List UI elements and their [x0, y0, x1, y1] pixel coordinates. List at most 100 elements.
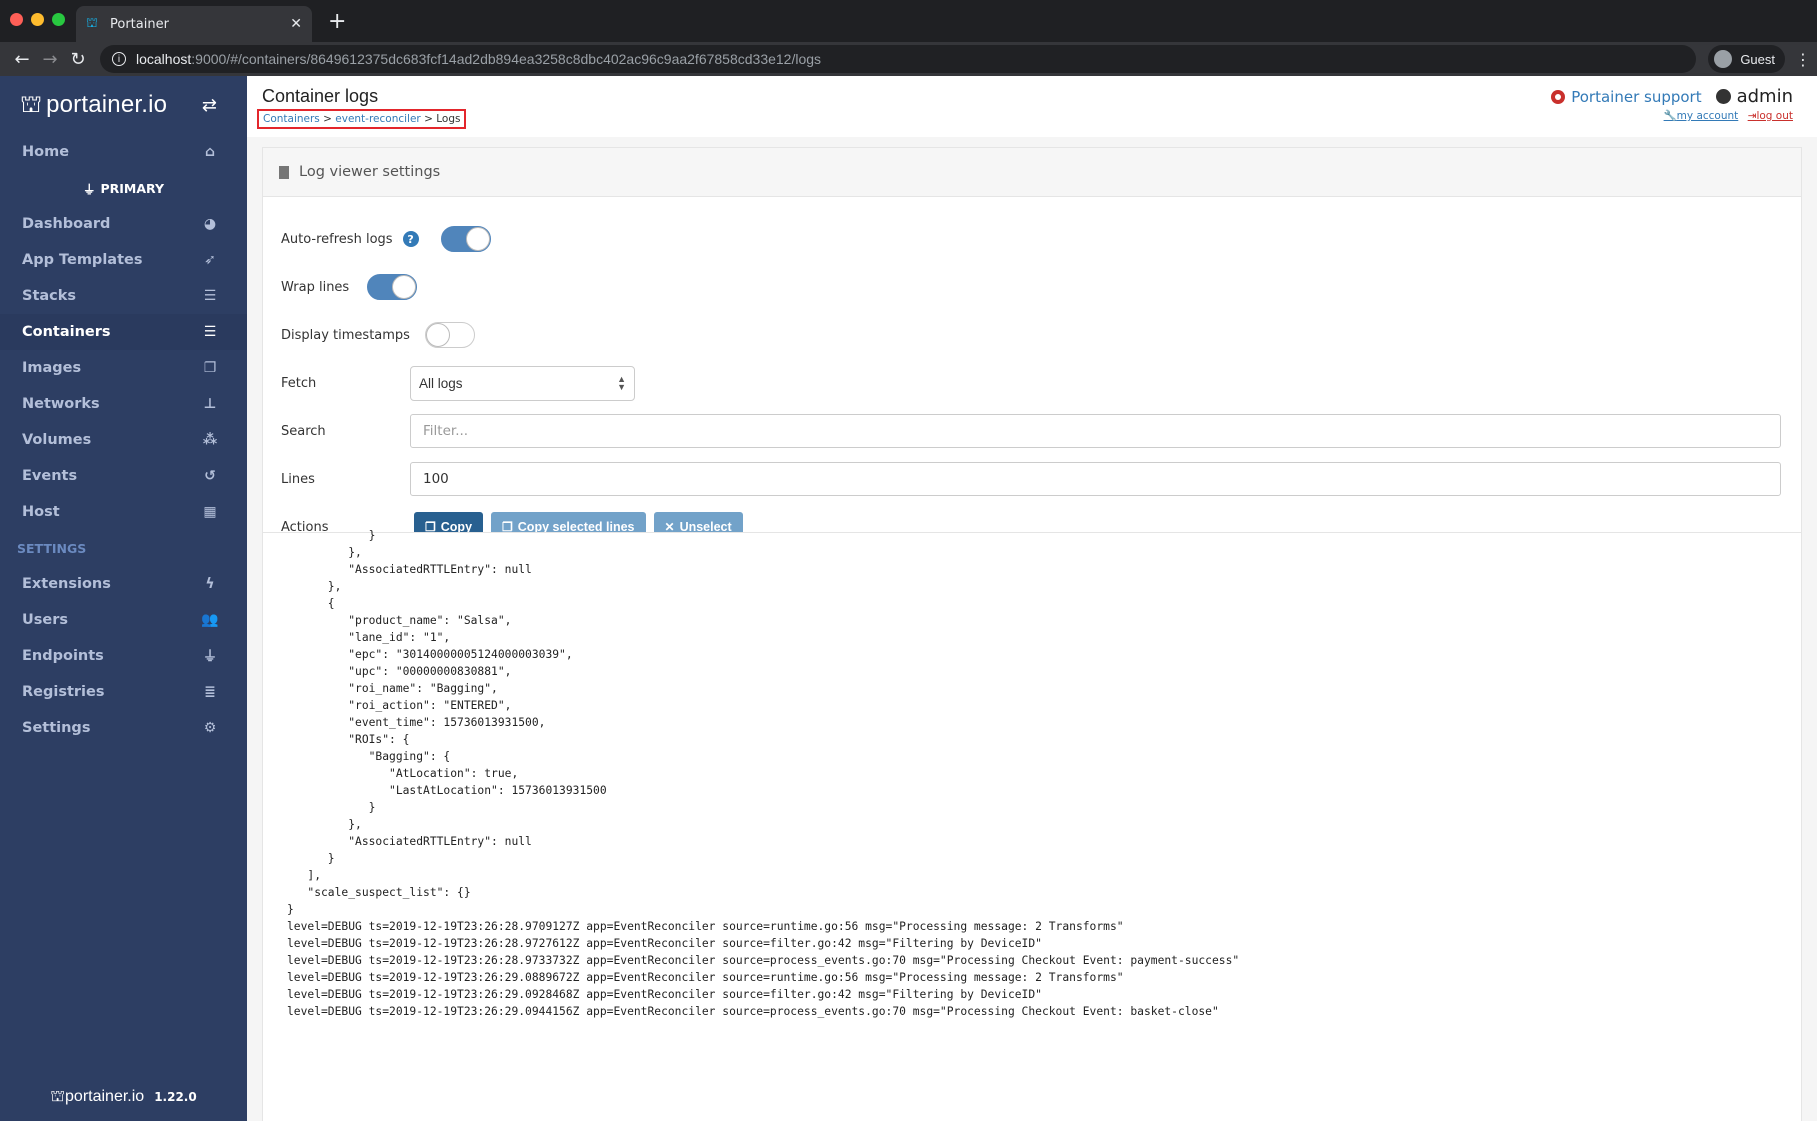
plug-icon: ⏚ [203, 649, 217, 665]
breadcrumb-containers[interactable]: Containers [263, 113, 320, 125]
log-line[interactable]: } [287, 527, 1801, 544]
log-line[interactable]: level=DEBUG ts=2019-12-19T23:26:28.97091… [287, 918, 1801, 935]
home-icon: ⌂ [204, 144, 216, 160]
sidebar-item-stacks[interactable]: Stacks ☰ [0, 278, 247, 314]
log-line[interactable]: "LastAtLocation": 15736013931500 [287, 782, 1801, 799]
sidebar-item-endpoints[interactable]: Endpoints ⏚ [0, 638, 247, 674]
sidebar-settings-items: Extensions ϟ Users 👥 Endpoints ⏚ Registries ≣ Se… [0, 566, 247, 746]
sidebar-item-dashboard[interactable]: Dashboard ◕ [0, 206, 247, 242]
log-line[interactable]: "product_name": "Salsa", [287, 612, 1801, 629]
log-line[interactable]: level=DEBUG ts=2019-12-19T23:26:29.09441… [287, 1003, 1801, 1020]
sidebar-item-networks[interactable]: Networks ⊥ [0, 386, 247, 422]
toggle-sidebar-icon[interactable]: ⇄ [202, 95, 217, 116]
browser-menu-icon[interactable]: ⋮ [1795, 50, 1811, 69]
log-line[interactable]: level=DEBUG ts=2019-12-19T23:26:29.08896… [287, 969, 1801, 986]
browser-tab[interactable]: ⛫ Portainer ✕ [76, 6, 312, 42]
sidebar-item-registries[interactable]: Registries ≣ [0, 674, 247, 710]
sidebar-item-label: Registries [22, 684, 105, 700]
log-line[interactable]: "AssociatedRTTLEntry": null [287, 833, 1801, 850]
url-host: localhost [136, 51, 192, 67]
fetch-select[interactable]: All logs ▲ ▼ [410, 365, 635, 401]
sidebar-item-home[interactable]: Home ⌂ [0, 134, 247, 170]
log-line[interactable]: "AtLocation": true, [287, 765, 1801, 782]
log-output-panel[interactable]: } }, "AssociatedRTTLEntry": null }, { "p… [262, 529, 1802, 1121]
sidebar-item-label: Images [22, 360, 82, 376]
portainer-footer-logo-icon: ⛫portainer.io [50, 1086, 145, 1105]
toggle-knob [392, 275, 417, 299]
log-line[interactable]: "Bagging": { [287, 748, 1801, 765]
log-line[interactable]: level=DEBUG ts=2019-12-19T23:26:28.97337… [287, 952, 1801, 969]
log-output[interactable]: } }, "AssociatedRTTLEntry": null }, { "p… [263, 527, 1801, 1020]
log-line[interactable]: "event_time": 15736013931500, [287, 714, 1801, 731]
log-line[interactable]: ], [287, 867, 1801, 884]
site-info-icon[interactable]: i [112, 52, 126, 66]
maximize-window-button[interactable] [52, 13, 65, 26]
window-controls [10, 13, 65, 26]
log-line[interactable]: }, [287, 816, 1801, 833]
sidebar-item-containers[interactable]: Containers ☰ [0, 314, 247, 350]
log-line[interactable]: }, [287, 578, 1801, 595]
forward-button[interactable]: → [36, 49, 64, 70]
lines-label: Lines [281, 471, 315, 487]
log-line[interactable]: { [287, 595, 1801, 612]
display-timestamps-toggle[interactable] [424, 322, 475, 348]
sidebar-item-extensions[interactable]: Extensions ϟ [0, 566, 247, 602]
minimize-window-button[interactable] [31, 13, 44, 26]
sidebar-item-images[interactable]: Images ❐ [0, 350, 247, 386]
lines-input[interactable]: 100 [410, 462, 1781, 496]
breadcrumb-current: Logs [436, 113, 461, 125]
wrap-lines-row: Wrap lines [281, 263, 1783, 311]
reload-button[interactable]: ↻ [64, 49, 92, 70]
sidebar-item-settings[interactable]: Settings ⚙ [0, 710, 247, 746]
log-line[interactable]: "epc": "30140000005124000003039", [287, 646, 1801, 663]
close-window-button[interactable] [10, 13, 23, 26]
new-tab-button[interactable]: + [328, 9, 346, 34]
sidebar-item-users[interactable]: Users 👥 [0, 602, 247, 638]
users-icon: 👥 [201, 612, 219, 628]
sidebar-item-host[interactable]: Host ▦ [0, 494, 247, 530]
sidebar-item-volumes[interactable]: Volumes ⁂ [0, 422, 247, 458]
address-bar[interactable]: i localhost:9000/#/containers/8649612375… [100, 45, 1697, 73]
log-viewer-settings-panel: Log viewer settings Auto-refresh logs ? … [262, 147, 1802, 590]
log-out-link[interactable]: ⇥log out [1748, 110, 1793, 122]
sidebar-item-events[interactable]: Events ↺ [0, 458, 247, 494]
sidebar-footer: ⛫portainer.io 1.22.0 [0, 1086, 247, 1107]
sidebar-item-app-templates[interactable]: App Templates ➶ [0, 242, 247, 278]
sidebar-item-label: Volumes [22, 432, 92, 448]
log-line[interactable]: level=DEBUG ts=2019-12-19T23:26:29.09284… [287, 986, 1801, 1003]
log-line[interactable]: "scale_suspect_list": {} [287, 884, 1801, 901]
close-tab-icon[interactable]: ✕ [290, 16, 302, 32]
log-line[interactable]: "lane_id": "1", [287, 629, 1801, 646]
user-circle-icon [1715, 89, 1731, 104]
sidebar-item-label: Events [22, 468, 78, 484]
auto-refresh-toggle[interactable] [440, 226, 491, 252]
th-icon: ▦ [203, 504, 217, 520]
portainer-support-link[interactable]: Portainer support [1551, 88, 1702, 106]
help-question-icon[interactable]: ? [402, 231, 419, 247]
back-button[interactable]: ← [8, 49, 36, 70]
brand-name[interactable]: portainer.io [46, 91, 167, 119]
sidebar-item-label: App Templates [22, 252, 143, 268]
log-line[interactable]: level=DEBUG ts=2019-12-19T23:26:28.97276… [287, 935, 1801, 952]
breadcrumb-container-name[interactable]: event-reconciler [335, 113, 420, 125]
settings-section-title: SETTINGS [17, 540, 87, 556]
log-line[interactable]: "ROIs": { [287, 731, 1801, 748]
log-line[interactable]: "upc": "00000000830881", [287, 663, 1801, 680]
log-line[interactable]: } [287, 799, 1801, 816]
log-line[interactable]: "roi_action": "ENTERED", [287, 697, 1801, 714]
log-line[interactable]: } [287, 901, 1801, 918]
server-icon: ☰ [203, 324, 217, 340]
wrap-lines-toggle[interactable] [367, 274, 418, 300]
portainer-favicon-icon: ⛫ [86, 16, 98, 31]
log-line[interactable]: "roi_name": "Bagging", [287, 680, 1801, 697]
profile-button[interactable]: Guest [1708, 45, 1785, 73]
log-line[interactable]: } [287, 850, 1801, 867]
log-line[interactable]: }, [287, 544, 1801, 561]
profile-label: Guest [1740, 51, 1775, 67]
my-account-link[interactable]: 🔧my account [1664, 110, 1739, 122]
url-path: :9000/#/containers/8649612375dc683fcf14a… [191, 51, 822, 67]
log-line[interactable]: "AssociatedRTTLEntry": null [287, 561, 1801, 578]
search-input[interactable]: Filter... [410, 414, 1781, 448]
sidebar-item-label: Dashboard [22, 216, 111, 232]
sitemap-icon: ⊥ [203, 396, 217, 412]
